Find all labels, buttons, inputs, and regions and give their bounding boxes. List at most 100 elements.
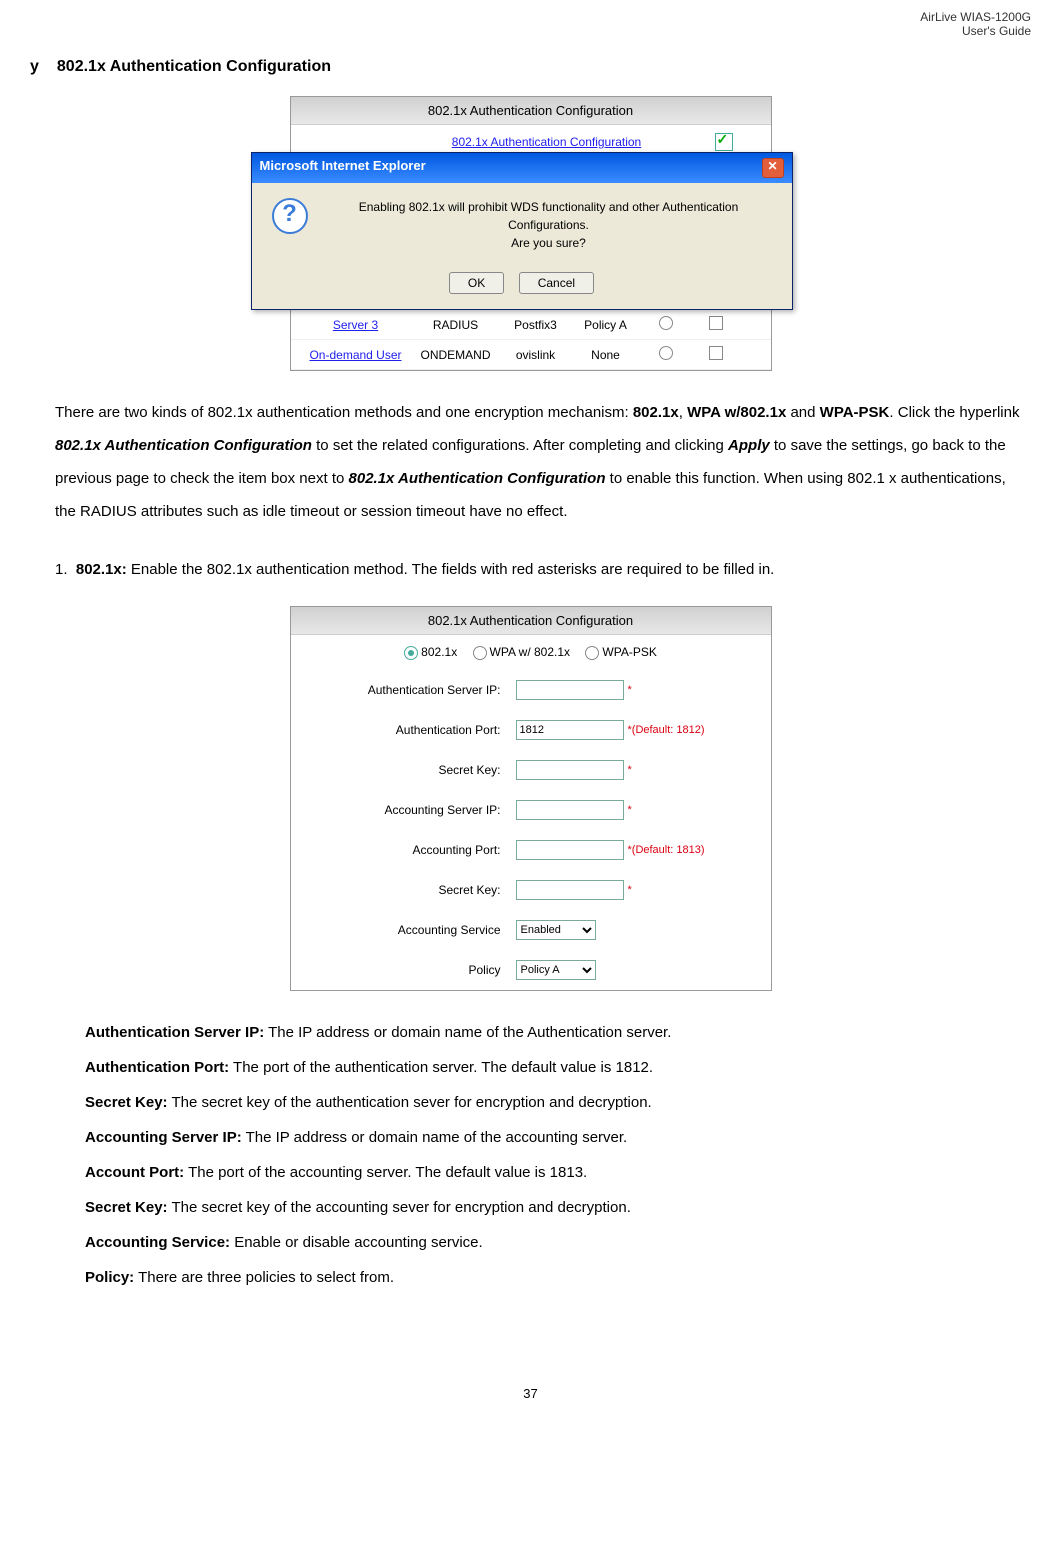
type-cell: RADIUS [411, 318, 501, 332]
accounting-server-ip-input[interactable] [516, 800, 624, 820]
required-star: * [628, 764, 632, 776]
def-desc: Enable or disable accounting service. [230, 1234, 483, 1251]
policy-cell: Policy A [571, 318, 641, 332]
accounting-service-select[interactable]: Enabled [516, 920, 596, 940]
form-label: Accounting Service [301, 923, 516, 937]
policy-cell: None [571, 348, 641, 362]
def-item: Accounting Service: Enable or disable ac… [85, 1226, 1031, 1259]
form-label: Authentication Port: [301, 723, 516, 737]
form-label: Secret Key: [301, 883, 516, 897]
form-row: PolicyPolicy A [291, 950, 771, 990]
accounting-port-input[interactable] [516, 840, 624, 860]
def-term: Authentication Server IP: [85, 1024, 264, 1041]
ok-button[interactable]: OK [449, 272, 504, 294]
def-desc: The secret key of the accounting sever f… [168, 1199, 631, 1216]
def-desc: The IP address or domain name of the acc… [242, 1129, 628, 1146]
def-desc: The port of the authentication server. T… [229, 1059, 653, 1076]
section-title: y802.1x Authentication Configuration [30, 58, 1031, 76]
bullet-marker: y [30, 58, 39, 75]
header-line2: User's Guide [0, 24, 1031, 38]
page-header: AirLive WIAS-1200G User's Guide [0, 0, 1061, 38]
def-item: Authentication Port: The port of the aut… [85, 1051, 1031, 1084]
radio-label: 802.1x [421, 645, 457, 659]
server-link[interactable]: Server 3 [301, 318, 411, 332]
checkbox-icon[interactable] [709, 346, 723, 360]
def-term: Secret Key: [85, 1199, 168, 1216]
auth-server-ip-input[interactable] [516, 680, 624, 700]
list-item-1: 1. 802.1x: Enable the 802.1x authenticat… [55, 553, 1031, 586]
form-label: Accounting Port: [301, 843, 516, 857]
form-label: Authentication Server IP: [301, 683, 516, 697]
def-term: Accounting Server IP: [85, 1129, 242, 1146]
cancel-button[interactable]: Cancel [519, 272, 594, 294]
form-row: Accounting Port: *(Default: 1813) [291, 830, 771, 870]
dialog-msg-line1: Enabling 802.1x will prohibit WDS functi… [326, 198, 772, 234]
dialog-msg-line2: Are you sure? [326, 234, 772, 252]
form-label: Policy [301, 963, 516, 977]
postfix-cell: ovislink [501, 348, 571, 362]
radio-label: WPA-PSK [602, 645, 656, 659]
def-term: Policy: [85, 1269, 134, 1286]
dialog-titlebar: Microsoft Internet Explorer ✕ [252, 153, 792, 183]
radio-802-1x[interactable] [404, 646, 418, 660]
required-star: * [628, 684, 632, 696]
definition-list: Authentication Server IP: The IP address… [85, 1016, 1031, 1294]
checkbox-icon[interactable] [709, 316, 723, 330]
type-cell: ONDEMAND [411, 348, 501, 362]
def-desc: The IP address or domain name of the Aut… [264, 1024, 671, 1041]
radio-wpa-w-8021x[interactable] [473, 646, 487, 660]
form-row: Authentication Port:*(Default: 1812) [291, 710, 771, 750]
def-item: Secret Key: The secret key of the authen… [85, 1086, 1031, 1119]
def-desc: The port of the accounting server. The d… [184, 1164, 587, 1181]
radio-icon[interactable] [659, 316, 673, 330]
def-item: Secret Key: The secret key of the accoun… [85, 1191, 1031, 1224]
def-item: Accounting Server IP: The IP address or … [85, 1121, 1031, 1154]
radio-label: WPA w/ 802.1x [490, 645, 570, 659]
close-icon[interactable]: ✕ [762, 158, 784, 178]
checkbox-green-icon[interactable] [715, 133, 733, 151]
def-desc: There are three policies to select from. [134, 1269, 394, 1286]
radio-wpa-psk[interactable] [585, 646, 599, 660]
screenshot-config-form: 802.1x Authentication Configuration 802.… [290, 606, 772, 991]
table-row: On-demand User ONDEMAND ovislink None [291, 340, 771, 370]
def-term: Account Port: [85, 1164, 184, 1181]
list-bold: 802.1x: [76, 561, 127, 578]
bold-italic-text: 802.1x Authentication Configuration [349, 470, 606, 487]
dialog-message: Enabling 802.1x will prohibit WDS functi… [326, 198, 772, 252]
bold-text: WPA-PSK [820, 404, 890, 421]
server-link[interactable]: On-demand User [301, 348, 411, 362]
form-row: Secret Key:* [291, 870, 771, 910]
required-star: * [628, 804, 632, 816]
page-number: 37 [0, 1386, 1061, 1401]
def-term: Secret Key: [85, 1094, 168, 1111]
radio-icon[interactable] [659, 346, 673, 360]
secret-key-2-input[interactable] [516, 880, 624, 900]
bold-text: WPA w/802.1x [687, 404, 786, 421]
dialog-title: Microsoft Internet Explorer [260, 158, 426, 178]
postfix-cell: Postfix3 [501, 318, 571, 332]
form-title: 802.1x Authentication Configuration [291, 607, 771, 635]
form-row: Accounting ServiceEnabled [291, 910, 771, 950]
def-desc: The secret key of the authentication sev… [168, 1094, 652, 1111]
def-term: Accounting Service: [85, 1234, 230, 1251]
config-link[interactable]: 802.1x Authentication Configuration [299, 135, 715, 149]
bold-italic-text: Apply [728, 437, 770, 454]
form-row: Accounting Server IP: * [291, 790, 771, 830]
question-icon: ? [272, 198, 308, 234]
def-item: Authentication Server IP: The IP address… [85, 1016, 1031, 1049]
config-panel-title: 802.1x Authentication Configuration [291, 97, 771, 125]
ie-confirm-dialog: Microsoft Internet Explorer ✕ ? Enabling… [251, 152, 793, 310]
form-row: Secret Key: * [291, 750, 771, 790]
header-line1: AirLive WIAS-1200G [0, 10, 1031, 24]
bold-text: 802.1x [633, 404, 679, 421]
form-label: Accounting Server IP: [301, 803, 516, 817]
screenshot-config-dialog: 802.1x Authentication Configuration 802.… [290, 96, 772, 371]
auth-port-input[interactable] [516, 720, 624, 740]
policy-select[interactable]: Policy A [516, 960, 596, 980]
def-item: Account Port: The port of the accounting… [85, 1156, 1031, 1189]
hint-text: *(Default: 1813) [628, 844, 705, 856]
form-label: Secret Key: [301, 763, 516, 777]
secret-key-input[interactable] [516, 760, 624, 780]
bold-italic-text: 802.1x Authentication Configuration [55, 437, 312, 454]
radio-group: 802.1x WPA w/ 802.1x WPA-PSK [291, 635, 771, 670]
